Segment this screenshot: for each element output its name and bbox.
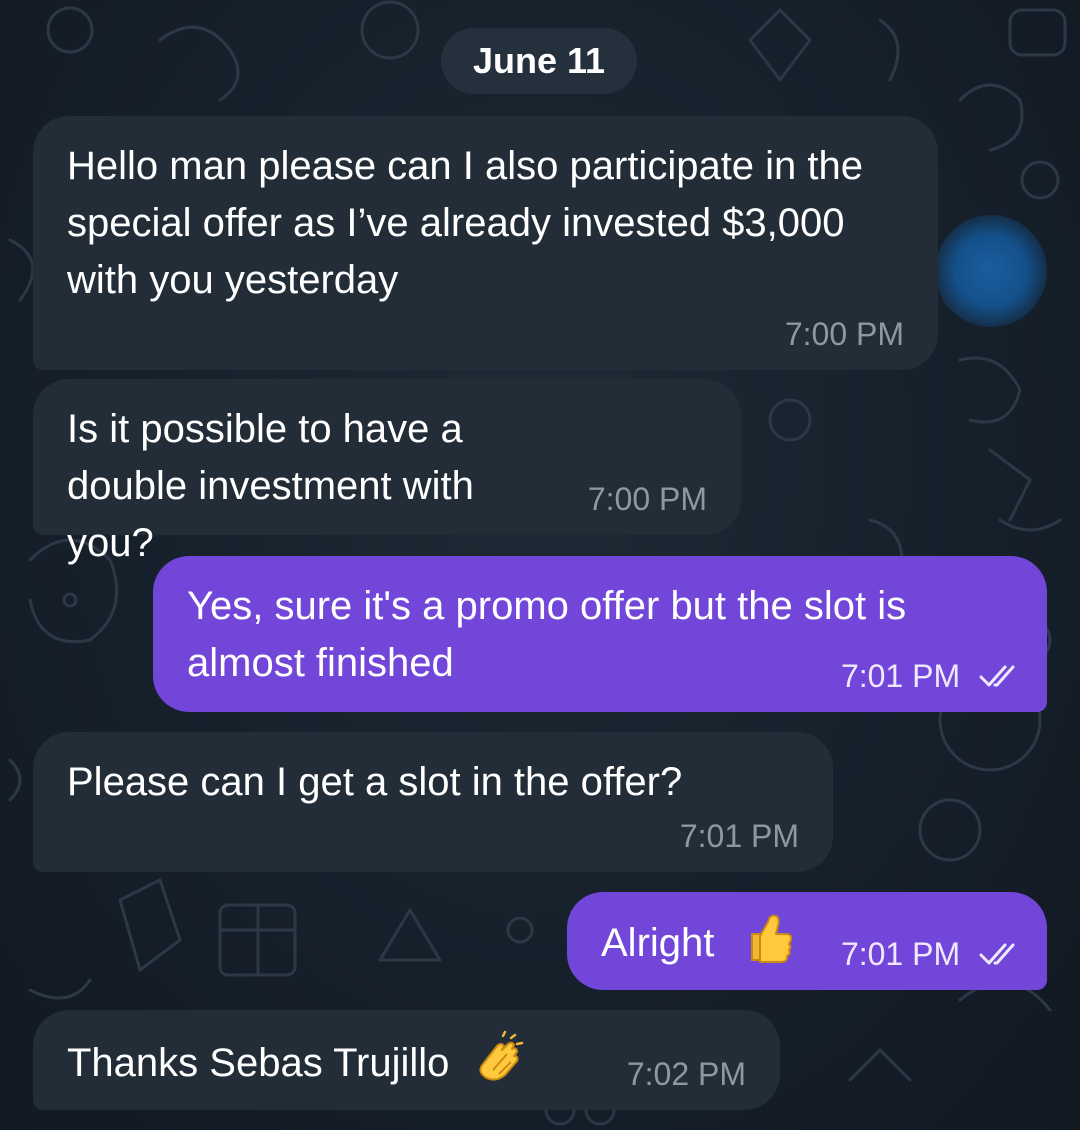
incoming-message[interactable]: Thanks Sebas Trujillo 7:02 PM: [33, 1010, 780, 1110]
chat-area[interactable]: June 11 Hello man please can I also part…: [0, 0, 1080, 1130]
message-text: Thanks Sebas Trujillo: [67, 1041, 450, 1085]
message-time: 7:00 PM: [587, 481, 707, 517]
date-separator: June 11: [441, 28, 637, 94]
incoming-message[interactable]: Is it possible to have a double investme…: [33, 379, 741, 565]
message-time: 7:01 PM: [679, 818, 799, 854]
outgoing-message[interactable]: Yes, sure it's a promo offer but the slo…: [153, 556, 1047, 712]
clapping-hands-icon: [479, 1030, 523, 1081]
scroll-down-button[interactable]: [935, 215, 1047, 327]
message-text: Please can I get a slot in the offer?: [67, 760, 683, 804]
outgoing-message[interactable]: Alright 7:01 PM: [567, 892, 1047, 990]
message-meta: 7:01 PM: [841, 934, 1023, 974]
thumbs-up-icon: [750, 914, 792, 963]
message-time: 7:00 PM: [784, 316, 904, 352]
double-check-icon: [979, 943, 1015, 965]
message-time: 7:01 PM: [840, 658, 961, 694]
message-meta: 7:01 PM: [841, 656, 1023, 696]
double-check-icon: [979, 665, 1015, 687]
incoming-message[interactable]: Hello man please can I also participate …: [33, 116, 938, 370]
message-time: 7:02 PM: [626, 1056, 746, 1092]
incoming-message[interactable]: Please can I get a slot in the offer? 7:…: [33, 732, 833, 872]
message-text: Is it possible to have a double investme…: [67, 407, 474, 565]
message-time: 7:01 PM: [840, 936, 961, 972]
message-text: Alright: [601, 921, 715, 965]
message-text: Hello man please can I also participate …: [67, 144, 864, 302]
